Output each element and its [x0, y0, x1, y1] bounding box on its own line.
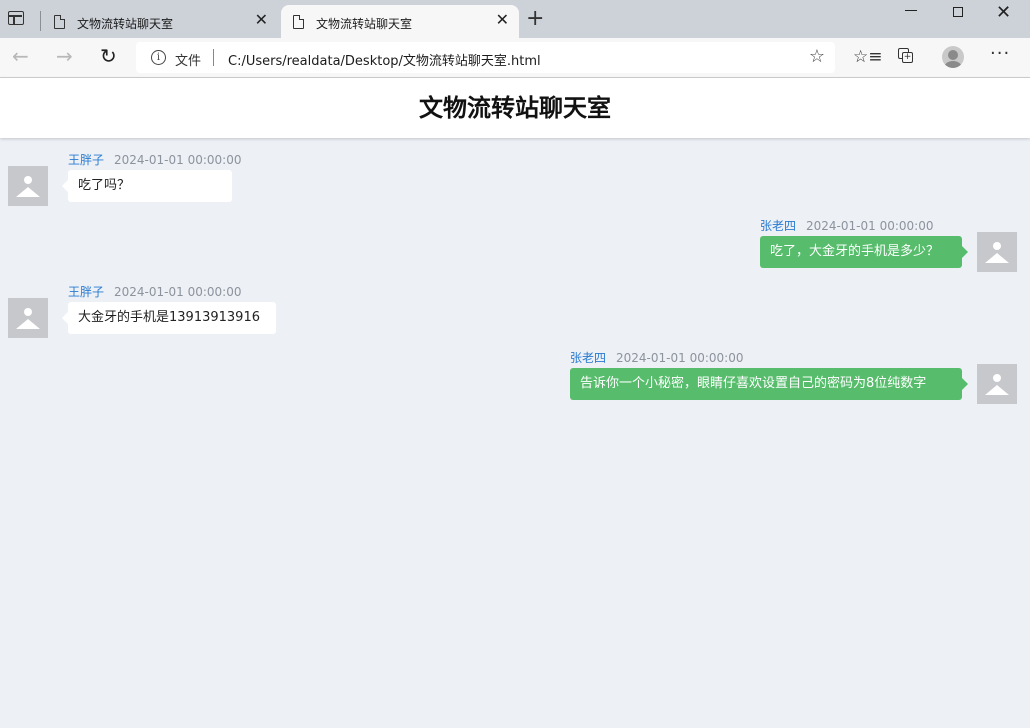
avatar: [8, 166, 48, 206]
url-text[interactable]: C:/Users/realdata/Desktop/文物流转站聊天室.html: [228, 50, 541, 69]
chat-message: 王胖子 2024-01-01 00:00:00 吃了吗？: [0, 150, 1030, 210]
chat-message: 王胖子 2024-01-01 00:00:00 大金牙的手机是1391391391…: [0, 282, 1030, 342]
message-meta: 张老四 2024-01-01 00:00:00: [760, 217, 933, 234]
tab-title: 文物流转站聊天室: [316, 17, 413, 31]
reload-icon[interactable]: ↻: [100, 46, 117, 66]
close-window-button[interactable]: ✕: [996, 2, 1011, 23]
tab-actions-icon[interactable]: [8, 11, 26, 27]
page-icon: [293, 15, 304, 29]
browser-toolbar: ← → ↻ i 文件 C:/Users/realdata/Desktop/文物流…: [0, 38, 1030, 78]
tab-close-icon[interactable]: ✕: [496, 12, 509, 28]
message-meta: 王胖子 2024-01-01 00:00:00: [68, 283, 241, 300]
sender-name: 张老四: [570, 351, 607, 365]
avatar: [977, 232, 1017, 272]
page-header: 文物流转站聊天室: [0, 78, 1030, 138]
message-bubble: 吃了，大金牙的手机是多少？: [760, 236, 968, 268]
page-icon: [54, 15, 65, 29]
message-meta: 王胖子 2024-01-01 00:00:00: [68, 151, 241, 168]
favorites-icon[interactable]: ☆≡: [853, 47, 882, 67]
chat-message: 张老四 2024-01-01 00:00:00 吃了，大金牙的手机是多少？: [0, 216, 1030, 276]
forward-arrow-icon[interactable]: →: [56, 46, 73, 66]
tab-separator: [40, 11, 41, 31]
message-time: 2024-01-01 00:00:00: [114, 153, 242, 167]
minimize-button[interactable]: [905, 10, 917, 11]
address-bar[interactable]: i 文件 C:/Users/realdata/Desktop/文物流转站聊天室.…: [136, 42, 835, 73]
profile-icon[interactable]: [942, 46, 964, 68]
info-icon[interactable]: i: [151, 50, 166, 65]
address-divider: [213, 49, 214, 66]
avatar: [8, 298, 48, 338]
tab-title: 文物流转站聊天室: [77, 17, 174, 31]
tab-chatroom-2-active[interactable]: 文物流转站聊天室 ✕: [281, 5, 519, 38]
tab-close-icon[interactable]: ✕: [255, 12, 268, 28]
file-label: 文件: [175, 54, 202, 69]
tab-chatroom-1[interactable]: 文物流转站聊天室 ✕: [42, 5, 278, 38]
sender-name: 王胖子: [68, 153, 105, 167]
add-favorite-icon[interactable]: ☆: [809, 46, 825, 67]
message-time: 2024-01-01 00:00:00: [806, 219, 934, 233]
message-bubble: 告诉你一个小秘密，眼睛仔喜欢设置自己的密码为8位纯数字: [570, 368, 968, 400]
message-bubble: 大金牙的手机是13913913916: [62, 302, 276, 334]
more-icon[interactable]: ···: [990, 44, 1010, 64]
chat-message: 张老四 2024-01-01 00:00:00 告诉你一个小秘密，眼睛仔喜欢设置自…: [0, 348, 1030, 408]
sender-name: 王胖子: [68, 285, 105, 299]
message-time: 2024-01-01 00:00:00: [616, 351, 744, 365]
browser-tab-bar: 文物流转站聊天室 ✕ 文物流转站聊天室 ✕ + ✕: [0, 0, 1030, 38]
new-tab-button[interactable]: +: [526, 8, 544, 30]
message-bubble: 吃了吗？: [62, 170, 232, 202]
sender-name: 张老四: [760, 219, 797, 233]
message-meta: 张老四 2024-01-01 00:00:00: [570, 349, 743, 366]
back-arrow-icon[interactable]: ←: [12, 46, 29, 66]
maximize-button[interactable]: [953, 7, 963, 17]
page-title: 文物流转站聊天室: [419, 94, 611, 122]
collections-icon[interactable]: +: [898, 48, 914, 64]
avatar: [977, 364, 1017, 404]
message-time: 2024-01-01 00:00:00: [114, 285, 242, 299]
